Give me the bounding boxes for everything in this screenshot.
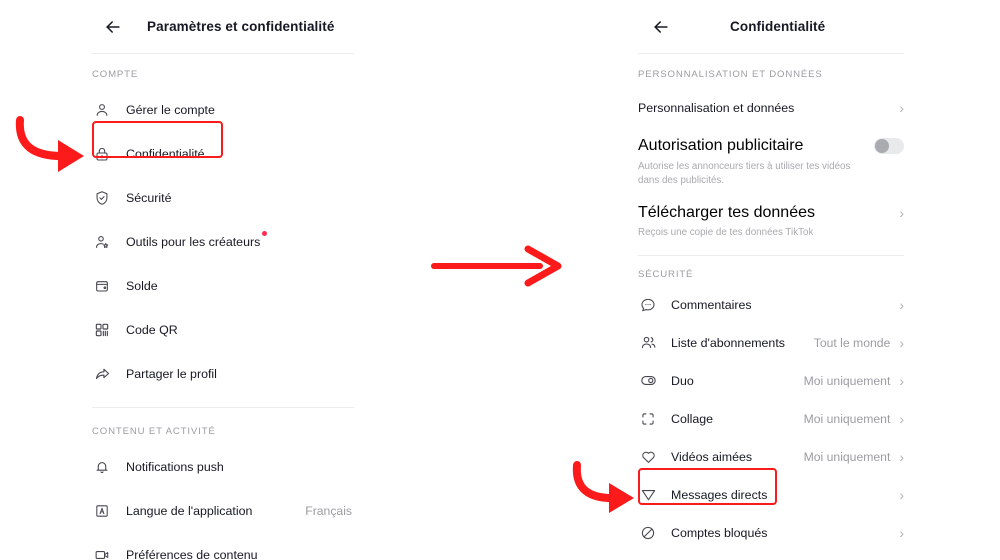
chevron-right-icon: › [899,334,904,351]
settings-item-label: Notifications push [126,460,224,474]
settings-item-partager-le-profil[interactable]: Partager le profil [92,352,354,396]
settings-item-outils-pour-les-createurs[interactable]: Outils pour les créateurs [92,220,354,264]
privacy-item-liste-dabonnements[interactable]: Liste d'abonnements Tout le monde › [638,324,904,362]
privacy-item-autorisation-publicitaire[interactable]: Autorisation publicitaire Autorise les a… [638,137,904,188]
privacy-item-telecharger-tes-donnees[interactable]: Télécharger tes données › Reçois une cop… [638,204,904,240]
settings-item-notifications-push[interactable]: Notifications push [92,445,354,489]
wallet-icon [92,276,112,296]
privacy-item-label: Personnalisation et données [638,101,795,115]
settings-item-securite[interactable]: Sécurité [92,176,354,220]
settings-item-label: Outils pour les créateurs [126,231,268,249]
privacy-item-videos-aimees[interactable]: Vidéos aimées Moi uniquement › [638,438,904,476]
settings-item-code-qr[interactable]: Code QR [92,308,354,352]
ad-authorization-toggle[interactable] [874,138,904,154]
section-label-personnalisation: PERSONNALISATION ET DONNÉES [638,69,823,80]
chevron-right-icon: › [899,372,904,389]
arrow-to-messages-directs [572,461,634,513]
settings-item-label: Confidentialité [126,147,205,161]
section-contenu-et-activite: CONTENU ET ACTIVITÉ Notifications push L… [92,408,354,560]
settings-item-confidentialite[interactable]: Confidentialité [92,132,354,176]
person-star-icon [92,232,112,252]
chevron-right-icon: › [899,448,904,465]
section-securite: SÉCURITÉ Commentaires › Liste d'abonneme… [638,256,904,552]
privacy-item-collage[interactable]: Collage Moi uniquement › [638,400,904,438]
section-label-contenu: CONTENU ET ACTIVITÉ [92,426,216,437]
back-arrow-icon[interactable] [100,14,126,40]
privacy-item-value: Moi uniquement [803,449,891,464]
chevron-right-icon: › [899,296,904,313]
chevron-right-icon: › [899,486,904,503]
stitch-icon [638,409,658,429]
privacy-item-commentaires[interactable]: Commentaires › [638,286,904,324]
lock-icon [92,144,112,164]
privacy-item-label: Commentaires [671,297,752,312]
arrow-to-confidentialite [15,116,84,172]
back-arrow-icon[interactable] [648,14,674,40]
privacy-item-value: Moi uniquement [803,411,891,426]
chevron-right-icon: › [899,100,904,116]
settings-panel: Paramètres et confidentialité COMPTE Gér… [92,0,354,560]
notification-dot-badge [262,231,268,236]
settings-item-label: Code QR [126,323,178,337]
privacy-item-label: Comptes bloqués [671,525,768,540]
share-arrow-icon [92,364,112,384]
chevron-right-icon: › [899,524,904,541]
section-personnalisation: PERSONNALISATION ET DONNÉES Personnalisa… [638,54,904,241]
privacy-item-value: Tout le monde [813,335,891,350]
privacy-item-description: Autorise les annonceurs tiers à utiliser… [638,161,851,187]
toggle-knob [875,139,889,153]
privacy-item-value: Moi uniquement [803,373,891,388]
page-title: Confidentialité [730,19,826,34]
privacy-item-label: Vidéos aimées [671,449,753,464]
comment-bubble-icon [638,295,658,315]
settings-item-label: Sécurité [126,191,172,205]
letter-a-icon [92,501,112,521]
privacy-item-label: Autorisation publicitaire [638,137,804,154]
settings-item-gerer-le-compte[interactable]: Gérer le compte [92,88,354,132]
privacy-item-description: Reçois une copie de tes données TikTok [638,227,814,239]
settings-item-label: Partager le profil [126,367,217,381]
video-camera-icon [92,545,112,560]
privacy-item-label: Messages directs [671,487,768,502]
blocked-icon [638,523,658,543]
settings-item-text: Outils pour les créateurs [126,235,261,249]
person-icon [92,100,112,120]
settings-item-langue-de-lapplication[interactable]: Langue de l'application Français [92,489,354,533]
bell-icon [92,457,112,477]
privacy-item-messages-directs[interactable]: Messages directs › [638,476,904,514]
privacy-item-label: Duo [671,373,694,388]
settings-item-solde[interactable]: Solde [92,264,354,308]
privacy-item-comptes-bloques[interactable]: Comptes bloqués › [638,514,904,552]
screenshot-root: Paramètres et confidentialité COMPTE Gér… [0,0,1000,560]
right-panel-header: Confidentialité [638,0,904,54]
section-compte: COMPTE Gérer le compte Confidentialité S… [92,54,354,396]
heart-icon [638,447,658,467]
settings-item-preferences-de-contenu[interactable]: Préférences de contenu [92,533,354,560]
shield-check-icon [92,188,112,208]
privacy-panel: Confidentialité PERSONNALISATION ET DONN… [638,0,904,560]
settings-item-label: Préférences de contenu [126,548,258,560]
privacy-item-label: Télécharger tes données [638,204,815,222]
two-people-icon [638,333,658,353]
privacy-item-label: Liste d'abonnements [671,335,785,350]
section-label-compte: COMPTE [92,69,139,80]
privacy-item-duo[interactable]: Duo Moi uniquement › [638,362,904,400]
chevron-right-icon: › [899,205,904,222]
duet-icon [638,371,658,391]
arrow-between-panels [431,245,562,287]
privacy-item-label: Collage [671,411,714,426]
qr-code-icon [92,320,112,340]
send-icon [638,485,658,505]
settings-item-label: Langue de l'application [126,504,253,518]
privacy-item-personnalisation-et-donnees[interactable]: Personnalisation et données › [638,89,904,127]
section-label-securite: SÉCURITÉ [638,268,694,280]
settings-item-value: Français [305,504,352,518]
page-title: Paramètres et confidentialité [147,19,335,34]
chevron-right-icon: › [899,410,904,427]
left-panel-header: Paramètres et confidentialité [92,0,354,54]
settings-item-label: Solde [126,279,158,293]
settings-item-label: Gérer le compte [126,103,215,117]
